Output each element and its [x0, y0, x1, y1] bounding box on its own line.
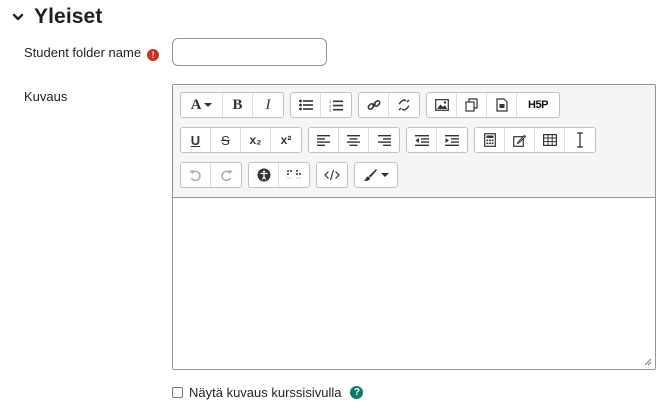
image-icon[interactable] [427, 93, 457, 117]
display-description-checkbox[interactable] [172, 386, 183, 398]
toolbar-group-indent [406, 127, 468, 153]
resize-handle-icon[interactable] [642, 356, 652, 366]
redo-icon[interactable] [211, 163, 241, 187]
screenreader-helper-icon[interactable] [279, 163, 309, 187]
folder-name-input[interactable] [172, 38, 327, 66]
display-description-row: Näytä kuvaus kurssisivulla ? [172, 384, 364, 400]
toolbar-group-accessibility [248, 162, 310, 188]
equation-icon[interactable] [475, 128, 505, 152]
bold-icon[interactable]: B [223, 93, 253, 117]
outdent-icon[interactable] [407, 128, 437, 152]
folder-name-label: Student folder name! [24, 45, 160, 61]
undo-icon[interactable] [181, 163, 211, 187]
superscript-icon[interactable]: x² [271, 128, 301, 152]
link-icon[interactable] [359, 93, 389, 117]
section-title: Yleiset [34, 5, 103, 28]
align-right-icon[interactable] [369, 128, 399, 152]
toolbar-group-insert [474, 127, 596, 153]
table-icon[interactable] [535, 128, 565, 152]
section-header[interactable]: Yleiset [8, 4, 102, 30]
clear-formatting-icon[interactable] [565, 128, 595, 152]
italic-letter: I [265, 96, 271, 113]
strikethrough-icon[interactable]: S [211, 128, 241, 152]
file-icon[interactable] [487, 93, 517, 117]
toolbar-group-style: A B I [180, 92, 284, 118]
strike-letter: S [221, 132, 230, 148]
toolbar-group-history [180, 162, 242, 188]
underline-icon[interactable]: U [181, 128, 211, 152]
description-editor[interactable]: A B I 123 H5P U S x₂ x² [172, 84, 656, 370]
display-description-label[interactable]: Näytä kuvaus kurssisivulla [189, 385, 341, 400]
description-label: Kuvaus [24, 89, 68, 104]
chevron-down-icon[interactable] [8, 7, 28, 27]
toolbar-group-align [308, 127, 400, 153]
subscript-icon[interactable]: x₂ [241, 128, 271, 152]
editor-content-area[interactable] [173, 198, 655, 369]
h5p-text: H5P [528, 99, 548, 111]
toolbar-group-media: H5P [426, 92, 560, 118]
ordered-list-icon[interactable]: 123 [321, 93, 351, 117]
toolbar-row-3 [180, 162, 404, 188]
unlink-icon[interactable] [389, 93, 419, 117]
editor-toolbar: A B I 123 H5P U S x₂ x² [173, 85, 655, 198]
toolbar-group-brush [354, 162, 398, 188]
align-left-icon[interactable] [309, 128, 339, 152]
toolbar-group-text: U S x₂ x² [180, 127, 302, 153]
bold-letter: B [232, 96, 243, 113]
media-icon[interactable] [457, 93, 487, 117]
edit-icon[interactable] [505, 128, 535, 152]
underline-letter: U [190, 132, 201, 148]
align-center-icon[interactable] [339, 128, 369, 152]
brush-icon[interactable] [355, 163, 397, 187]
font-style-letter: A [190, 96, 202, 113]
h5p-icon[interactable]: H5P [517, 93, 559, 117]
folder-name-label-text: Student folder name [24, 45, 142, 60]
toolbar-group-links [358, 92, 420, 118]
accessibility-checker-icon[interactable] [249, 163, 279, 187]
toolbar-group-lists: 123 [290, 92, 352, 118]
toolbar-row-2: U S x₂ x² [180, 127, 602, 153]
subscript-text: x₂ [249, 133, 262, 147]
font-style-icon[interactable]: A [181, 93, 223, 117]
toolbar-row-1: A B I 123 H5P [180, 92, 566, 118]
required-exclamation-icon: ! [147, 49, 160, 61]
superscript-text: x² [280, 133, 292, 147]
html-icon[interactable] [317, 163, 347, 187]
unordered-list-icon[interactable] [291, 93, 321, 117]
italic-icon[interactable]: I [253, 93, 283, 117]
svg-text:3: 3 [329, 107, 332, 112]
indent-icon[interactable] [437, 128, 467, 152]
help-question-icon[interactable]: ? [350, 385, 364, 399]
toolbar-group-html [316, 162, 348, 188]
